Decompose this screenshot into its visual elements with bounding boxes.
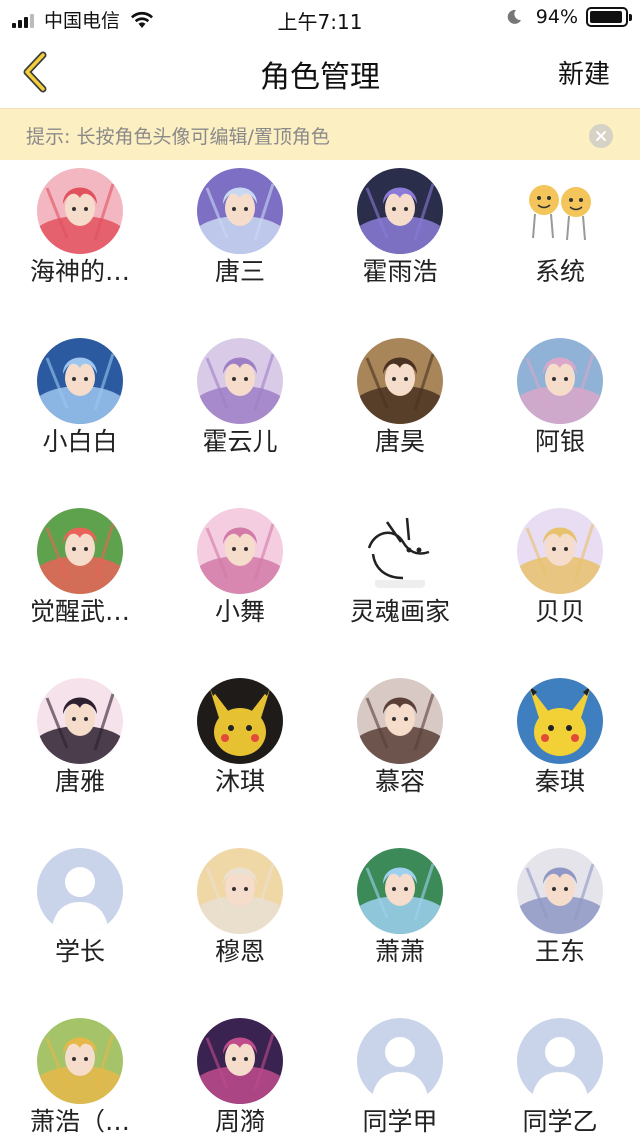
role-item[interactable]: 沐琪 [160,670,320,840]
role-item[interactable]: 穆恩 [160,840,320,1010]
role-name: 阿银 [534,427,585,456]
role-avatar[interactable] [197,168,283,254]
role-name: 萧萧 [374,937,425,966]
role-name: 沐琪 [214,767,265,796]
role-item[interactable]: 周漪 [160,1010,320,1139]
role-name: 穆恩 [214,937,265,966]
battery-icon [586,7,632,27]
role-item[interactable]: 唐雅 [0,670,160,840]
role-item[interactable]: 秦琪 [480,670,640,840]
close-icon [596,131,606,141]
role-name: 同学甲 [362,1107,438,1136]
role-avatar[interactable] [357,678,443,764]
status-right: 94% [506,6,632,28]
role-name: 霍云儿 [202,427,278,456]
role-avatar[interactable] [517,1018,603,1104]
role-item[interactable]: 贝贝 [480,500,640,670]
role-item[interactable]: 觉醒武… [0,500,160,670]
role-name: 贝贝 [534,597,585,626]
page-title: 角色管理 [260,60,380,95]
role-item[interactable]: 慕容 [320,670,480,840]
role-name: 唐昊 [374,427,425,456]
role-avatar[interactable] [517,338,603,424]
role-avatar[interactable] [197,848,283,934]
tip-banner: 提示: 长按角色头像可编辑/置顶角色 [0,108,640,160]
role-avatar[interactable] [357,848,443,934]
role-avatar[interactable] [197,678,283,764]
nav-bar: 角色管理 新建 [0,36,640,108]
role-item[interactable]: 小舞 [160,500,320,670]
role-item[interactable]: 同学甲 [320,1010,480,1139]
role-avatar[interactable] [37,848,123,934]
role-avatar[interactable] [37,678,123,764]
role-avatar[interactable] [517,678,603,764]
role-name: 灵魂画家 [349,597,450,626]
role-name: 海神的… [29,257,130,286]
role-name: 小白白 [42,427,118,456]
role-avatar[interactable] [197,1018,283,1104]
role-name: 周漪 [214,1107,265,1136]
role-name: 慕容 [374,767,425,796]
role-name: 觉醒武… [29,597,130,626]
role-avatar[interactable] [197,338,283,424]
role-name: 同学乙 [522,1107,598,1136]
role-name: 唐三 [214,257,265,286]
role-item[interactable]: 灵魂画家 [320,500,480,670]
role-item[interactable]: 唐三 [160,160,320,330]
role-item[interactable]: 王东 [480,840,640,1010]
role-name: 唐雅 [54,767,105,796]
battery-percent: 94% [535,6,578,28]
new-role-button[interactable]: 新建 [558,54,610,91]
role-item[interactable]: 萧萧 [320,840,480,1010]
role-avatar[interactable] [37,338,123,424]
role-avatar[interactable] [357,338,443,424]
role-avatar[interactable] [517,848,603,934]
role-avatar[interactable] [37,508,123,594]
tip-text: 提示: 长按角色头像可编辑/置顶角色 [26,126,330,148]
role-item[interactable]: 学长 [0,840,160,1010]
role-item[interactable]: 唐昊 [320,330,480,500]
role-avatar[interactable] [357,1018,443,1104]
role-avatar[interactable] [517,168,603,254]
role-avatar[interactable] [37,168,123,254]
role-name: 小舞 [214,597,265,626]
role-name: 王东 [534,937,585,966]
role-avatar[interactable] [357,168,443,254]
role-item[interactable]: 海神的… [0,160,160,330]
moon-icon [507,9,521,24]
role-name: 萧浩（… [29,1107,130,1136]
role-item[interactable]: 阿银 [480,330,640,500]
role-name: 霍雨浩 [362,257,438,286]
role-item[interactable]: 萧浩（… [0,1010,160,1139]
role-avatar[interactable] [517,508,603,594]
status-bar: 中国电信 上午7:11 94% [0,0,640,36]
role-item[interactable]: 霍雨浩 [320,160,480,330]
role-item[interactable]: 霍云儿 [160,330,320,500]
role-item[interactable]: 小白白 [0,330,160,500]
battery-fill [590,11,622,23]
role-avatar[interactable] [357,508,443,594]
role-item[interactable]: 系统 [480,160,640,330]
role-name: 秦琪 [534,767,585,796]
role-name: 学长 [54,937,105,966]
role-avatar[interactable] [37,1018,123,1104]
role-item[interactable]: 同学乙 [480,1010,640,1139]
role-name: 系统 [534,257,585,286]
role-avatar[interactable] [197,508,283,594]
tip-close-button[interactable] [589,124,613,148]
